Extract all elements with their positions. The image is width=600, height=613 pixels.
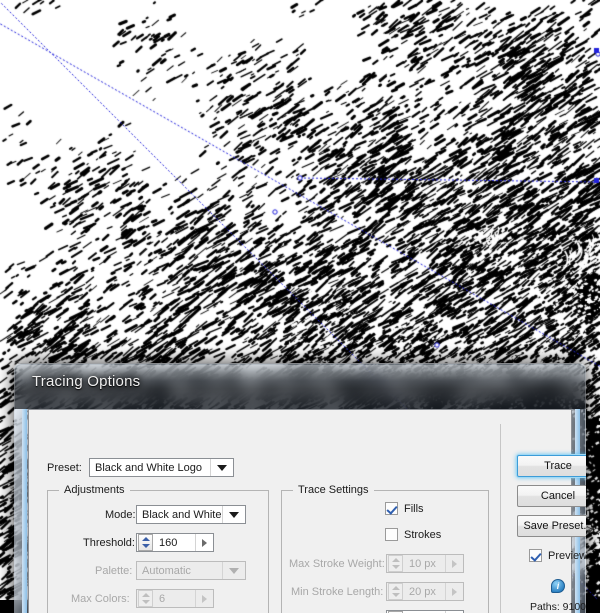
palette-value: Automatic (142, 564, 191, 577)
max-stroke-weight-value: 10 px (409, 557, 436, 570)
spinner-down-icon (141, 600, 150, 605)
checkbox-icon[interactable] (385, 528, 398, 541)
preset-select[interactable]: Black and White Logo (89, 458, 234, 477)
chevron-down-icon[interactable] (222, 506, 245, 523)
spinner-up-icon (391, 585, 400, 590)
slider-popup-icon[interactable] (195, 534, 213, 551)
slider-popup-icon (195, 590, 213, 607)
max-stroke-weight-spin-buttons (388, 555, 403, 572)
info-glyph: i (556, 581, 560, 591)
spinner-down-icon (141, 544, 150, 549)
min-stroke-length-spin-buttons (388, 583, 403, 600)
dialog-right-rail[interactable] (571, 409, 586, 613)
save-preset-button[interactable]: Save Preset... (517, 515, 586, 537)
spinner-up-icon (141, 592, 150, 597)
trace-settings-group-title: Trace Settings (293, 484, 374, 496)
strokes-label: Strokes (404, 528, 442, 541)
fills-label: Fills (404, 502, 424, 515)
preview-label: Preview (548, 549, 586, 562)
chevron-down-icon[interactable] (210, 459, 233, 476)
threshold-spin-buttons[interactable] (138, 534, 153, 551)
left-accent-strip (22, 409, 27, 613)
preset-value: Black and White Logo (95, 461, 203, 474)
button-column-divider (500, 424, 501, 613)
chevron-down-icon (222, 562, 245, 579)
spinner-up-icon (141, 536, 150, 541)
checkbox-checked-icon[interactable] (385, 502, 398, 515)
max-colors-stepper: 6 (136, 589, 214, 608)
dialog-title: Tracing Options (32, 373, 141, 390)
preview-checkbox[interactable]: Preview (529, 549, 586, 562)
dialog-scrollbar[interactable] (575, 409, 580, 613)
palette-select: Automatic (136, 561, 246, 580)
spinner-down-icon (391, 565, 400, 570)
max-stroke-weight-stepper: 10 px (386, 554, 464, 573)
strokes-checkbox[interactable]: Strokes (385, 528, 441, 541)
tracing-options-dialog[interactable]: Tracing Options Preset: Black and White … (14, 363, 586, 613)
slider-popup-icon (445, 555, 463, 572)
min-stroke-length-value: 20 px (409, 585, 436, 598)
palette-label: Palette: (95, 565, 133, 577)
spinner-down-icon (391, 593, 400, 598)
min-stroke-length-label: Min Stroke Length: (291, 586, 384, 598)
threshold-stepper[interactable]: 160 (136, 533, 214, 552)
mode-label: Mode: (105, 509, 136, 521)
max-colors-value: 6 (159, 592, 166, 605)
dialog-client-area: Preset: Black and White Logo Adjustments… (28, 409, 586, 613)
mode-select[interactable]: Black and White (136, 505, 246, 524)
adjustments-group-title: Adjustments (59, 484, 130, 496)
info-icon[interactable]: i (551, 579, 565, 593)
min-stroke-length-stepper: 20 px (386, 582, 464, 601)
threshold-label: Threshold: (83, 537, 135, 549)
max-colors-spin-buttons (138, 590, 153, 607)
paths-count: Paths: 9100 (529, 601, 586, 613)
fills-checkbox[interactable]: Fills (385, 502, 424, 515)
trace-button[interactable]: Trace (517, 455, 586, 477)
mode-value: Black and White (142, 508, 222, 521)
max-colors-label: Max Colors: (71, 593, 130, 605)
dialog-left-rail (14, 409, 29, 613)
slider-popup-icon (445, 583, 463, 600)
threshold-value[interactable]: 160 (153, 537, 195, 549)
cancel-button[interactable]: Cancel (517, 485, 586, 507)
spinner-up-icon (391, 557, 400, 562)
preset-label: Preset: (47, 462, 82, 474)
max-stroke-weight-label: Max Stroke Weight: (289, 558, 385, 570)
checkbox-checked-icon[interactable] (529, 549, 542, 562)
